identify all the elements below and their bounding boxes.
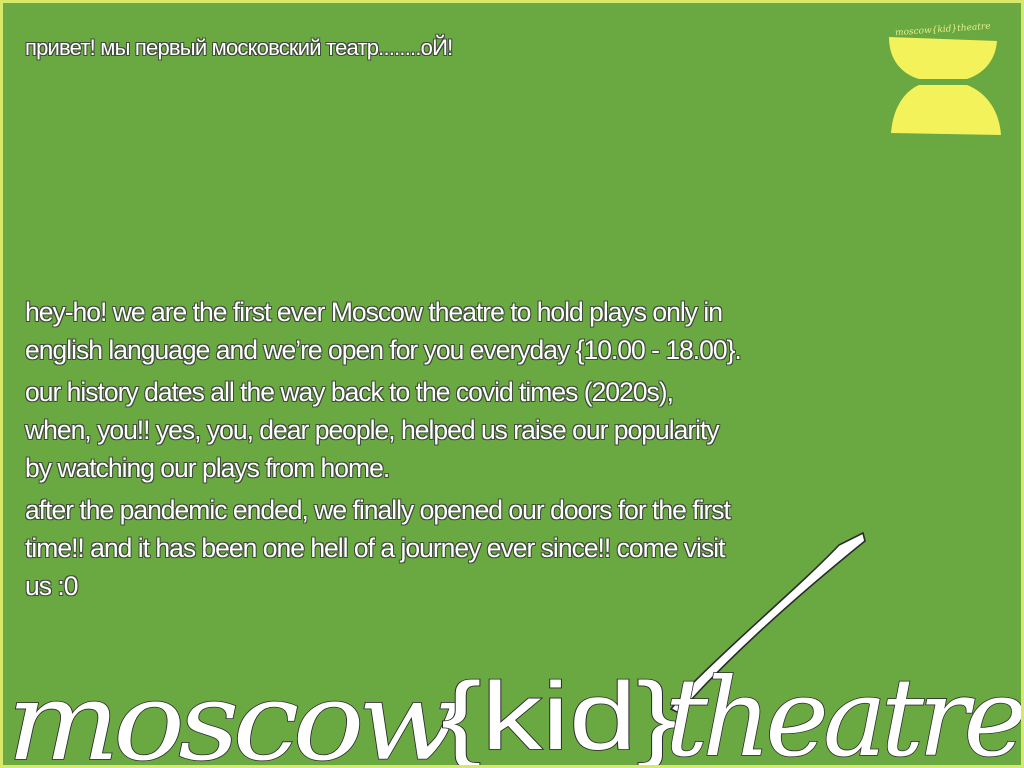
about-paragraph-hours: hey-ho! we are the first ever Moscow the… [25,297,742,365]
wordmark-theatre: theatre [665,656,1023,768]
hourglass-bottom-shape [891,85,1001,135]
greeting-heading: привет! мы первый московский театр......… [25,35,453,60]
theatre-wordmark: moscow {kid} theatre [6,531,1023,768]
wordmark-kid: {kid} [441,663,677,768]
wordmark-moscow: moscow [7,660,458,768]
hourglass-logo-icon [889,37,1001,135]
slide: привет! мы первый московский театр......… [0,0,1024,768]
hourglass-top-shape [889,37,997,79]
about-paragraph-history: our history dates all the way back to th… [25,377,720,483]
